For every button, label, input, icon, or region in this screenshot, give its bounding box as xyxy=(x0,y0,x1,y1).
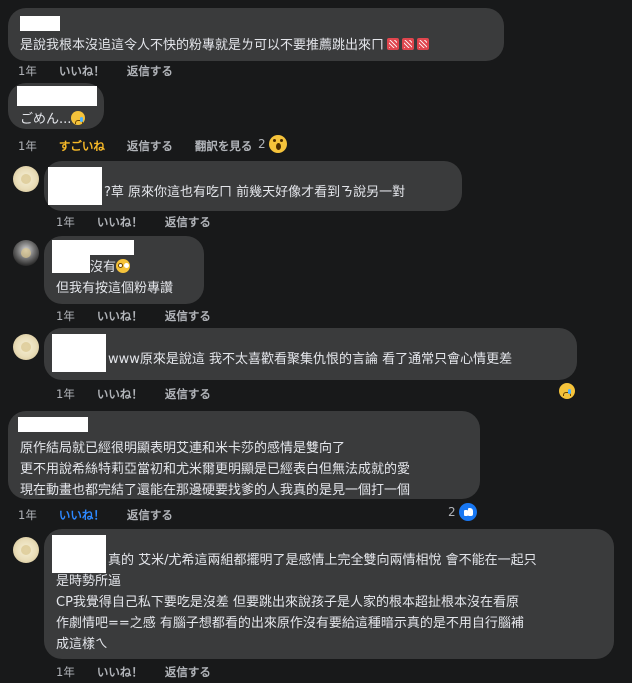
reply-button[interactable]: 返信する xyxy=(127,138,173,154)
avatar[interactable] xyxy=(13,537,39,563)
reply-button[interactable]: 返信する xyxy=(165,214,211,230)
like-button[interactable]: いいね！ xyxy=(97,664,143,680)
like-reaction-icon xyxy=(458,503,477,521)
reply-button[interactable]: 返信する xyxy=(127,507,173,523)
comment-text: 作劇情吧==之感 有腦子想都看的出來原作沒有要給這種暗示真的是不用自行腦補 xyxy=(56,616,524,631)
reaction-count[interactable]: 2 xyxy=(258,135,287,153)
reply-button[interactable]: 返信する xyxy=(165,386,211,402)
redacted-name xyxy=(17,86,97,106)
reply-button[interactable]: 返信する xyxy=(165,308,211,324)
anger-symbol-icon xyxy=(387,38,400,50)
timestamp[interactable]: 1年 xyxy=(18,63,37,79)
comment-actions: 1年 いいね！ 返信する xyxy=(56,664,233,680)
comment-text: ?草 原來你這也有吃ㄇ 前幾天好像才看到ㄋ說另一對 xyxy=(104,185,406,200)
redacted-name xyxy=(52,535,106,573)
comment-actions: 1年 いいね！ 返信する xyxy=(18,63,195,79)
comment-bubble: www原來是說這 我不太喜歡看聚集仇恨的言論 看了通常只會心情更差 xyxy=(44,328,577,380)
like-button[interactable]: いいね！ xyxy=(97,386,143,402)
wow-reaction-icon xyxy=(268,135,287,153)
translate-button[interactable]: 翻訳を見る xyxy=(195,138,253,154)
comment-text: 成這樣ㄟ xyxy=(56,637,109,652)
comment-text: 現在動畫也都完結了還能在那邊硬要找爹的人我真的是見一個打一個 xyxy=(20,483,411,498)
sad-face-icon xyxy=(71,111,86,125)
comment-bubble: ごめん... xyxy=(8,83,104,129)
comment-text: www原來是說這 我不太喜歡看聚集仇恨的言論 看了通常只會心情更差 xyxy=(108,352,513,367)
redacted-name xyxy=(48,167,102,205)
anger-symbol-icon xyxy=(417,38,430,50)
like-button[interactable]: いいね！ xyxy=(97,214,143,230)
like-button[interactable]: いいね！ xyxy=(59,63,105,79)
timestamp[interactable]: 1年 xyxy=(56,214,75,230)
comment-bubble: 原作結局就已經很明顯表明艾連和米卡莎的感情是雙向了 更不用說希絲特莉亞當初和尤米… xyxy=(8,411,480,499)
timestamp[interactable]: 1年 xyxy=(18,507,37,523)
avatar[interactable] xyxy=(13,334,39,360)
comment-text: ごめん... xyxy=(20,112,72,127)
reply-button[interactable]: 返信する xyxy=(165,664,211,680)
redacted-name xyxy=(18,417,88,432)
comment-text: 原作結局就已經很明顯表明艾連和米卡莎的感情是雙向了 xyxy=(20,441,346,456)
timestamp[interactable]: 1年 xyxy=(18,138,37,154)
comment-actions: 1年 いいね！ 返信する xyxy=(56,214,233,230)
comment-actions: 1年 いいね！ 返信する xyxy=(56,308,233,324)
reply-button[interactable]: 返信する xyxy=(127,63,173,79)
comment-text: 沒有 xyxy=(90,260,117,275)
comment-actions: 1年 いいね！ 返信する xyxy=(56,386,233,402)
comment-text: 是說我根本沒追這令人不快的粉專就是ㄌ可以不要推薦跳出來ㄇ xyxy=(20,38,385,53)
redacted-name xyxy=(52,334,106,372)
reaction-count[interactable]: 2 xyxy=(448,503,477,521)
timestamp[interactable]: 1年 xyxy=(56,308,75,324)
redacted-name xyxy=(20,16,60,31)
comment-bubble: 沒有 但我有按這個粉專讚 xyxy=(44,236,204,304)
comment-text: 是時勢所逼 xyxy=(56,574,122,589)
comment-text: CP我覺得自己私下要吃是沒差 但要跳出來說孩子是人家的根本超扯根本沒在看原 xyxy=(56,595,520,610)
comment-bubble: ?草 原來你這也有吃ㄇ 前幾天好像才看到ㄋ說另一對 xyxy=(44,161,462,211)
comment-bubble: 真的 艾米/尤希這兩組都擺明了是感情上完全雙向兩情相悅 會不能在一起只 是時勢所… xyxy=(44,529,614,659)
timestamp[interactable]: 1年 xyxy=(56,386,75,402)
like-button[interactable]: いいね！ xyxy=(59,507,105,523)
comment-text: 真的 艾米/尤希這兩組都擺明了是感情上完全雙向兩情相悅 會不能在一起只 xyxy=(108,553,537,568)
like-button[interactable]: いいね！ xyxy=(97,308,143,324)
avatar[interactable] xyxy=(13,240,39,266)
comment-text: 但我有按這個粉專讚 xyxy=(56,281,174,296)
comment-actions: 1年 すごいね 返信する 翻訳を見る xyxy=(18,138,274,154)
comment-bubble: 是說我根本沒追這令人不快的粉專就是ㄌ可以不要推薦跳出來ㄇ xyxy=(8,8,504,61)
redacted-name xyxy=(52,255,90,273)
wow-reaction-button[interactable]: すごいね xyxy=(59,138,105,154)
timestamp[interactable]: 1年 xyxy=(56,664,75,680)
pleading-face-icon xyxy=(116,259,131,273)
redacted-name xyxy=(52,240,134,255)
comment-actions: 1年 いいね！ 返信する xyxy=(18,507,195,523)
sad-reaction-icon[interactable] xyxy=(559,383,575,399)
comment-text: 更不用說希絲特莉亞當初和尤米爾更明顯是已經表白但無法成就的愛 xyxy=(20,462,411,477)
anger-symbol-icon xyxy=(402,38,415,50)
avatar[interactable] xyxy=(13,166,39,192)
